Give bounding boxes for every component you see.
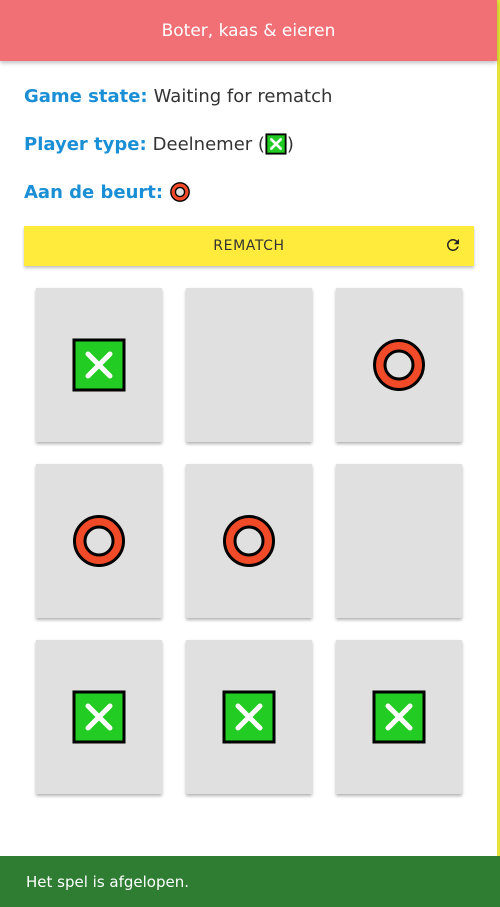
player-type-label: Player type: — [24, 133, 147, 155]
app-bar: Boter, kaas & eieren — [0, 0, 497, 61]
turn-o-icon — [169, 181, 191, 203]
game-state-label: Game state: — [24, 85, 148, 107]
x-mark-icon — [72, 338, 126, 392]
x-mark-icon — [222, 690, 276, 744]
board-cell-8[interactable] — [186, 640, 312, 794]
snackbar-message: Het spel is afgelopen. — [26, 872, 190, 891]
player-type-value: Deelnemer ( — [152, 133, 265, 155]
player-type-close: ) — [286, 133, 294, 155]
board-cell-5[interactable] — [186, 464, 312, 618]
refresh-icon — [444, 236, 462, 254]
turn-label: Aan de beurt: — [24, 181, 164, 203]
x-mark-icon — [72, 690, 126, 744]
board-cell-4[interactable] — [36, 464, 162, 618]
board-cell-3[interactable] — [336, 288, 462, 442]
x-mark-icon — [372, 690, 426, 744]
player-type-row: Player type: Deelnemer ( ) — [24, 130, 294, 158]
o-mark-icon — [223, 515, 275, 567]
turn-row: Aan de beurt: — [24, 178, 191, 206]
board-cell-9[interactable] — [336, 640, 462, 794]
board-cell-6[interactable] — [336, 464, 462, 618]
o-mark-icon — [73, 515, 125, 567]
game-state-row: Game state: Waiting for rematch — [24, 82, 332, 110]
game-state-value: Waiting for rematch — [153, 85, 333, 107]
o-mark-icon — [373, 339, 425, 391]
board-cell-1[interactable] — [36, 288, 162, 442]
snackbar: Het spel is afgelopen. — [0, 856, 500, 907]
app-title: Boter, kaas & eieren — [161, 20, 336, 41]
rematch-button[interactable]: REMATCH — [24, 226, 474, 266]
board-cell-2[interactable] — [186, 288, 312, 442]
board-cell-7[interactable] — [36, 640, 162, 794]
rematch-label: REMATCH — [213, 238, 285, 254]
player-x-icon — [265, 133, 287, 155]
